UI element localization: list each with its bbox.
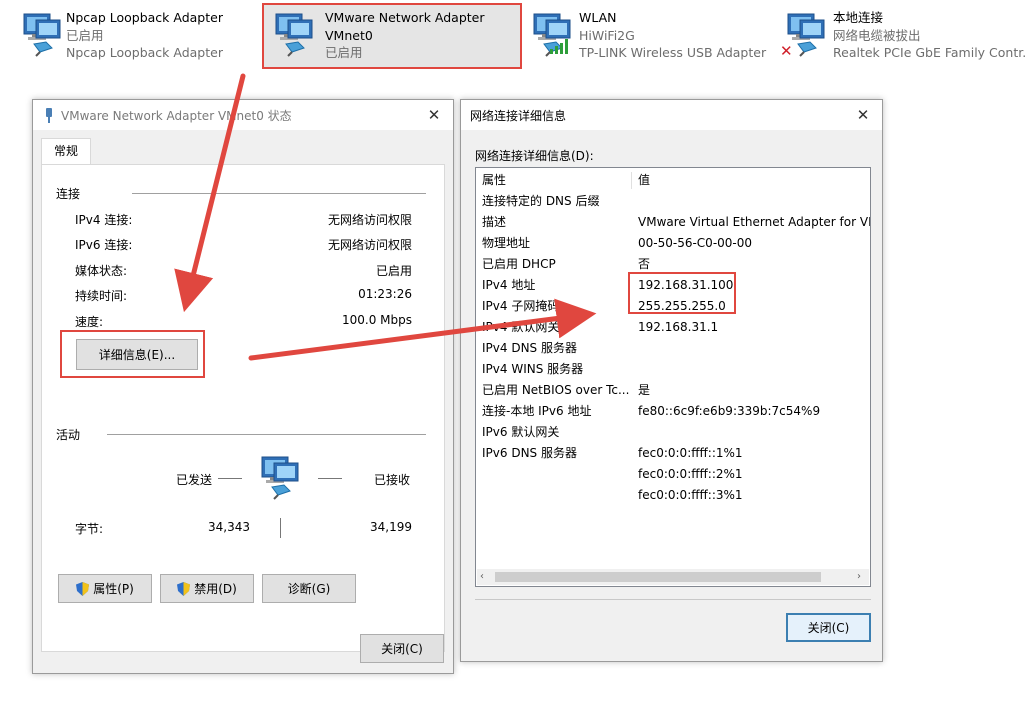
arrow-to-details-button [174, 73, 246, 313]
arrow-to-ipv4-address [248, 298, 597, 361]
annotation-arrows [174, 73, 597, 361]
